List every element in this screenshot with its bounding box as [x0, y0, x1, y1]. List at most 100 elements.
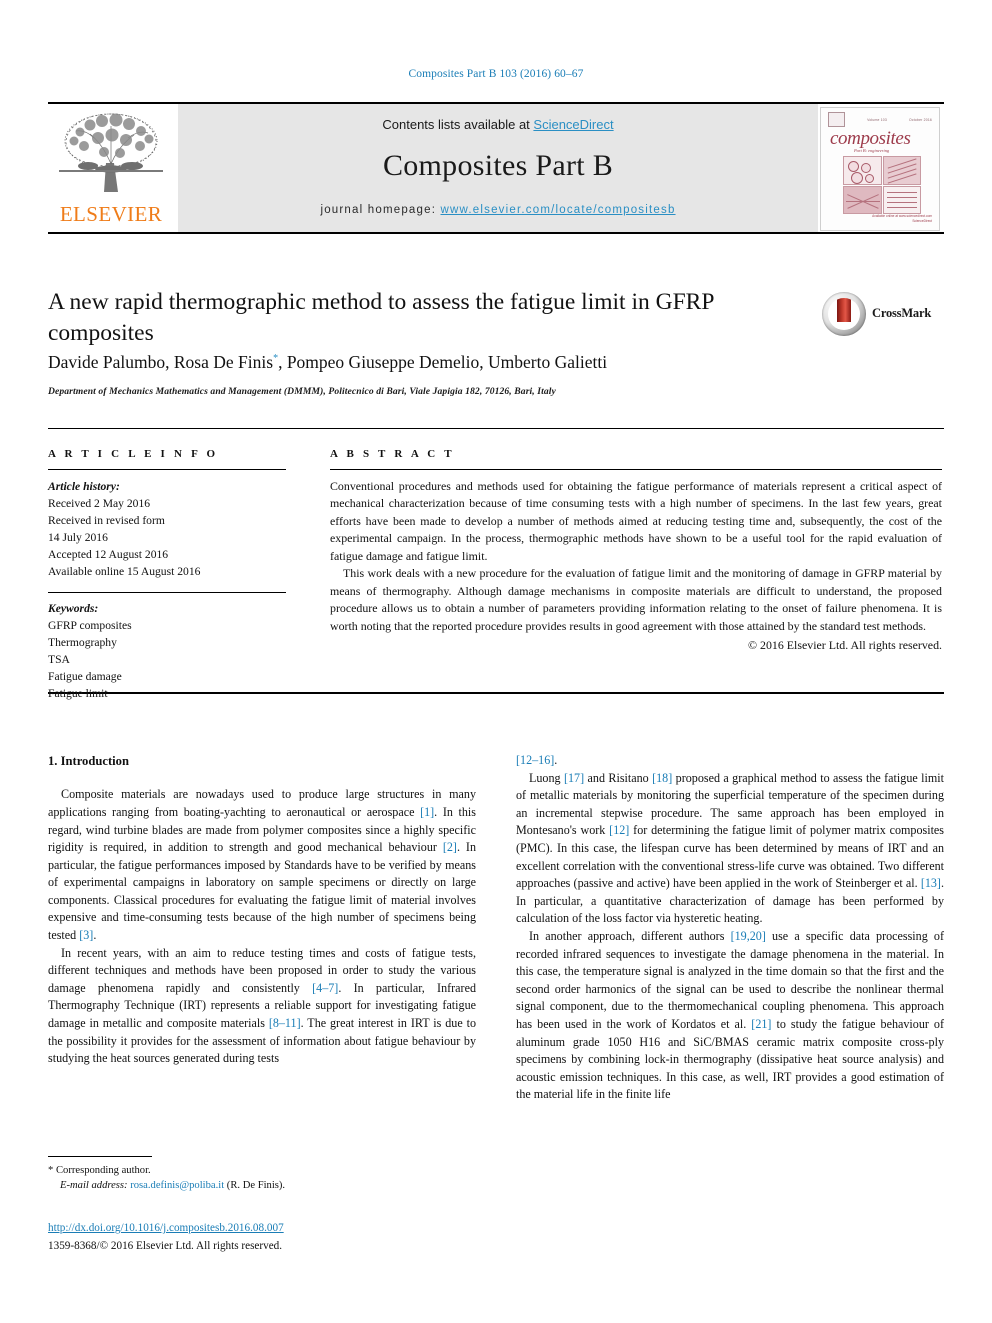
affiliation: Department of Mechanics Mathematics and …	[48, 386, 556, 397]
cover-quadrant-2	[882, 156, 921, 185]
contents-available-line: Contents lists available at ScienceDirec…	[178, 117, 818, 132]
history-item: Received in revised form	[48, 514, 165, 528]
keywords-divider	[48, 592, 286, 594]
crossmark-label: CrossMark	[872, 306, 932, 320]
homepage-url-link[interactable]: www.elsevier.com/locate/compositesb	[441, 204, 676, 216]
cover-top-row: Volume 103 October 2016	[828, 112, 932, 127]
citation-ref[interactable]: [21]	[751, 1017, 771, 1031]
history-item: Accepted 12 August 2016	[48, 548, 169, 562]
citation-ref[interactable]: [12–16]	[516, 753, 554, 767]
citation-ref[interactable]: [18]	[652, 771, 672, 785]
doi-link[interactable]: http://dx.doi.org/10.1016/j.compositesb.…	[48, 1222, 488, 1234]
article-info-heading: A R T I C L E I N F O	[48, 448, 219, 460]
paper-title: A new rapid thermographic method to asse…	[48, 289, 714, 347]
citation-ref[interactable]: [4–7]	[312, 981, 338, 995]
citation-ref[interactable]: [3]	[79, 928, 93, 942]
body-column-right: [12–16]. Luong [17] and Risitano [18] pr…	[516, 752, 944, 1104]
homepage-label: journal homepage:	[320, 204, 441, 216]
contents-prefix: Contents lists available at	[382, 117, 534, 132]
keyword-item: Thermography	[48, 636, 117, 650]
history-item: 14 July 2016	[48, 531, 108, 545]
abstract-heading: A B S T R A C T	[330, 448, 455, 460]
cover-elsevier-mark-icon	[828, 112, 845, 127]
cover-brand: composites	[830, 128, 911, 149]
citation-ref[interactable]: [13]	[921, 876, 941, 890]
body-column-left: 1. Introduction Composite materials are …	[48, 752, 476, 1068]
body-paragraph: [12–16].	[516, 752, 944, 770]
issn-copyright-line: 1359-8368/© 2016 Elsevier Ltd. All right…	[48, 1240, 283, 1252]
citation-ref[interactable]: [17]	[564, 771, 584, 785]
elsevier-tree-icon	[59, 113, 163, 192]
text-run: In another approach, different authors	[529, 928, 731, 943]
crossmark-badge[interactable]: CrossMark	[822, 292, 934, 338]
keywords-label: Keywords:	[48, 602, 99, 616]
footnote-rule	[48, 1156, 152, 1157]
authors-tail: , Pompeo Giuseppe Demelio, Umberto Galie…	[278, 352, 608, 372]
article-history: Article history: Received 2 May 2016 Rec…	[48, 478, 286, 580]
keyword-item: TSA	[48, 653, 70, 667]
corresponding-author-label: Corresponding author.	[55, 1165, 151, 1176]
corresponding-author-note: * Corresponding author.	[48, 1163, 476, 1178]
journal-cover-thumbnail: Volume 103 October 2016 composites Part …	[820, 107, 940, 231]
text-run: . In particular, the fatigue performance…	[48, 840, 476, 943]
elsevier-logo: ELSEVIER	[48, 106, 174, 230]
info-block-top-rule	[48, 428, 944, 429]
keywords-block: Keywords: GFRP composites Thermography T…	[48, 600, 286, 702]
citation-ref[interactable]: [1]	[420, 805, 434, 819]
history-item: Available online 15 August 2016	[48, 565, 201, 579]
sciencedirect-link[interactable]: ScienceDirect	[533, 117, 613, 132]
citation-ref[interactable]: [19,20]	[731, 929, 766, 943]
text-run: .	[93, 928, 97, 943]
cover-volume: Volume 103	[867, 117, 887, 122]
cover-quadrant-1	[843, 156, 882, 185]
body-paragraph: In recent years, with an aim to reduce t…	[48, 945, 476, 1068]
journal-title: Composites Part B	[382, 149, 614, 182]
abstract-paragraph: Conventional procedures and methods used…	[330, 479, 942, 563]
keyword-item: Fatigue limit	[48, 687, 108, 701]
article-info-divider	[48, 469, 286, 470]
author-list: Davide Palumbo, Rosa De Finis*, Pompeo G…	[48, 352, 908, 373]
cover-footer: Available online at www.sciencedirect.co…	[821, 214, 932, 224]
cover-quadrant-4	[882, 185, 921, 214]
abstract-paragraph: This work deals with a new procedure for…	[330, 566, 942, 633]
cover-artwork	[843, 156, 921, 214]
article-history-label: Article history:	[48, 480, 120, 493]
journal-masthead: ELSEVIER Contents lists available at Sci…	[48, 102, 944, 234]
text-run: Composite materials are nowadays used to…	[48, 787, 476, 819]
paper-page: Composites Part B 103 (2016) 60–67 ELSEV…	[0, 0, 992, 1323]
cover-quadrant-3	[843, 185, 882, 214]
article-info-column: A R T I C L E I N F O Article history: R…	[48, 448, 286, 702]
body-paragraph: In another approach, different authors […	[516, 928, 944, 1104]
section-heading-introduction: 1. Introduction	[48, 754, 129, 768]
citation-ref[interactable]: [8–11]	[269, 1016, 301, 1030]
footnote-block: * Corresponding author. E-mail address: …	[48, 1163, 476, 1194]
email-note: E-mail address: rosa.definis@poliba.it (…	[48, 1178, 476, 1193]
abstract-copyright: © 2016 Elsevier Ltd. All rights reserved…	[748, 637, 942, 652]
cover-date: October 2016	[909, 117, 932, 122]
running-head: Composites Part B 103 (2016) 60–67	[408, 68, 584, 80]
email-owner: (R. De Finis).	[226, 1180, 286, 1192]
email-link[interactable]: rosa.definis@poliba.it	[130, 1180, 224, 1191]
text-run: Luong	[529, 770, 564, 785]
authors-head: Davide Palumbo, Rosa De Finis	[48, 352, 274, 372]
footnote-marker: *	[48, 1165, 54, 1176]
body-paragraph: Luong [17] and Risitano [18] proposed a …	[516, 770, 944, 928]
crossmark-icon	[822, 292, 866, 336]
elsevier-wordmark: ELSEVIER	[59, 202, 163, 226]
abstract-body: Conventional procedures and methods used…	[330, 478, 942, 654]
text-run: .	[554, 753, 558, 767]
citation-ref[interactable]: [2]	[443, 840, 457, 854]
email-label: E-mail address:	[60, 1180, 128, 1192]
history-item: Received 2 May 2016	[48, 497, 151, 511]
cover-footer-line2: ScienceDirect	[912, 219, 932, 224]
citation-ref[interactable]: [12]	[609, 823, 629, 837]
keyword-item: GFRP composites	[48, 619, 132, 633]
text-run: and Risitano	[584, 770, 653, 785]
abstract-column: A B S T R A C T Conventional procedures …	[330, 448, 942, 654]
journal-homepage-line: journal homepage: www.elsevier.com/locat…	[178, 204, 818, 216]
abstract-divider	[330, 469, 942, 470]
cover-subtitle: Part B: engineering	[854, 148, 890, 153]
keyword-item: Fatigue damage	[48, 670, 122, 684]
text-run: use a specific data processing of record…	[516, 928, 944, 1031]
body-paragraph: Composite materials are nowadays used to…	[48, 786, 476, 944]
